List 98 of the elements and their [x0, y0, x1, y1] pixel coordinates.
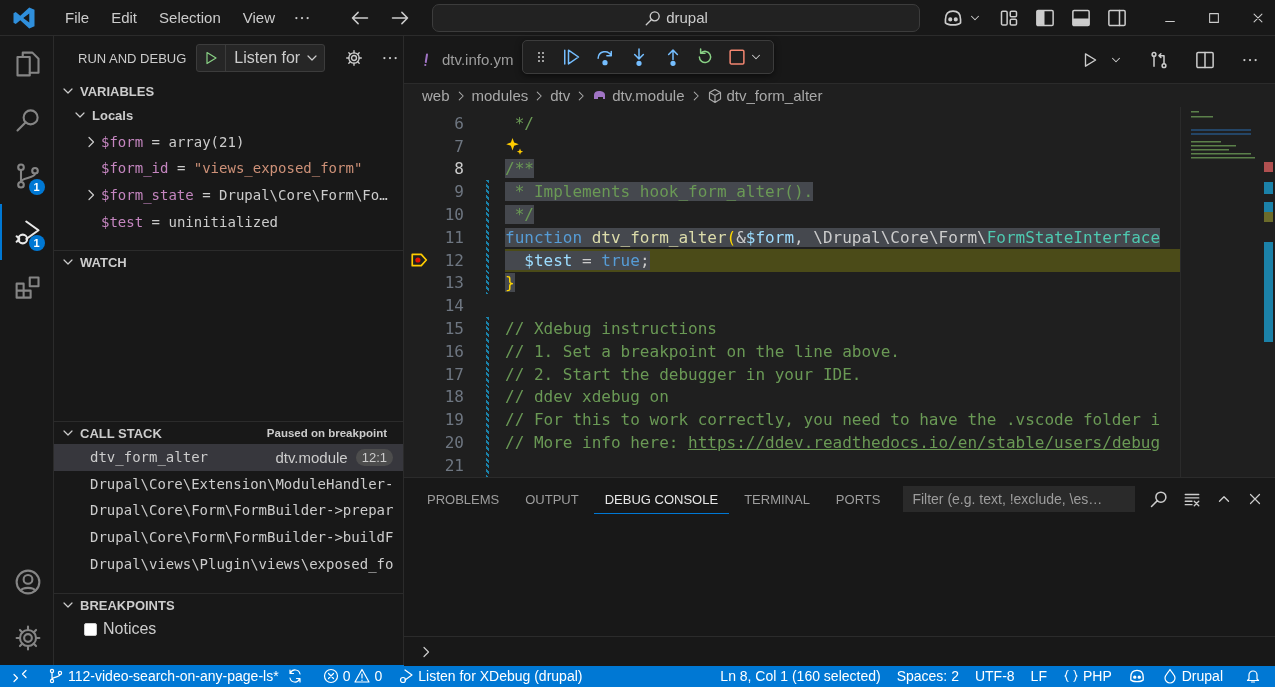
stop-icon[interactable]	[727, 47, 747, 67]
section-header[interactable]: CALL STACK	[80, 425, 162, 441]
line-number: 19	[443, 410, 464, 430]
section-header[interactable]: WATCH	[80, 254, 127, 270]
stack-frame[interactable]: Drupal\Core\Form\FormBuilder->buildF	[54, 523, 403, 551]
panel-tab[interactable]: PROBLEMS	[416, 484, 511, 514]
run-debug-icon[interactable]	[13, 218, 42, 246]
toggle-sidebar-icon[interactable]	[1035, 7, 1055, 28]
filter-field[interactable]: Filter (e.g. text, !exclude, \es…	[903, 486, 1136, 512]
panel-tab[interactable]: TERMINAL	[733, 484, 821, 514]
breakpoint-label: Notices	[103, 620, 157, 639]
sidebar-title: RUN AND DEBUG	[78, 50, 187, 66]
warning-icon	[354, 668, 371, 684]
count-badge: 1	[28, 179, 45, 195]
line-number: 16	[443, 341, 464, 361]
problems-status[interactable]: 0 0	[314, 665, 391, 687]
debug-icon	[398, 668, 415, 684]
menu-item[interactable]: View	[233, 5, 284, 30]
variable-row[interactable]: $form_id = "views_exposed_form"	[101, 160, 363, 177]
line-number: 7	[453, 136, 464, 156]
encoding-status[interactable]: UTF-8	[966, 665, 1023, 687]
menu-item[interactable]: File	[56, 5, 99, 30]
code-line: */	[513, 113, 534, 133]
branch-icon	[48, 668, 64, 684]
breadcrumb[interactable]: dtv.module	[592, 87, 685, 104]
extensions-icon[interactable]	[13, 274, 42, 302]
settings-icon[interactable]	[13, 624, 42, 652]
section-header[interactable]: BREAKPOINTS	[80, 597, 175, 613]
line-number: 20	[443, 433, 464, 453]
debug-config-dropdown[interactable]: Listen for	[196, 44, 326, 72]
line-number: 6	[453, 113, 464, 133]
scope-label[interactable]: Locals	[92, 107, 134, 123]
line-number: 13	[443, 273, 464, 293]
cursor-position[interactable]: Ln 8, Col 1 (160 selected)	[712, 665, 889, 687]
code-line: // 1. Set a breakpoint on the line above.	[505, 341, 900, 361]
panel-tab[interactable]: DEBUG CONSOLE	[593, 484, 730, 514]
code-line: // Xdebug instructions	[505, 319, 717, 339]
menu-item[interactable]: Selection	[150, 5, 230, 30]
search-icon[interactable]	[1149, 489, 1170, 509]
line-number: 15	[443, 319, 464, 339]
debug-status: Paused on breakpoint	[266, 427, 387, 439]
line-number: 12	[443, 250, 464, 270]
line-number: 10	[443, 205, 464, 225]
line-number: 8	[453, 159, 464, 179]
remote-icon[interactable]	[12, 668, 28, 684]
continue-icon[interactable]	[561, 47, 581, 67]
maximize-icon[interactable]	[1207, 10, 1221, 25]
sync-icon[interactable]	[286, 668, 303, 684]
split-layout-icon[interactable]	[1107, 7, 1127, 28]
command-center-search[interactable]: drupal	[432, 3, 920, 32]
stack-frame[interactable]: dtv_form_alter dtv.module 12:1	[54, 444, 403, 471]
panel-tab[interactable]: PORTS	[824, 484, 892, 514]
code-line: // ddev xdebug on	[505, 387, 669, 407]
line-number: 11	[443, 227, 464, 247]
language-status[interactable]: PHP	[1054, 665, 1120, 687]
debug-status[interactable]: Listen for XDebug (drupal)	[390, 665, 591, 687]
line-number: 21	[443, 455, 464, 475]
breadcrumb[interactable]: dtv_form_alter	[706, 87, 823, 104]
code-line: // 2. Start the debugger in your IDE.	[505, 364, 862, 384]
compare-changes-icon[interactable]	[1149, 49, 1169, 70]
search-icon[interactable]	[13, 106, 42, 134]
breadcrumb[interactable]: dtv	[550, 87, 571, 104]
error-icon	[322, 668, 339, 684]
breadcrumb[interactable]: modules	[471, 87, 529, 104]
stack-frame[interactable]: Drupal\Core\Extension\ModuleHandler-	[54, 470, 403, 498]
cube-icon	[706, 87, 723, 104]
line-number: 9	[453, 182, 464, 202]
code-line: // More info here: https://ddev.readthedocs.io/en/stable/users/debug	[505, 433, 1161, 453]
app-logo-icon	[12, 5, 36, 30]
drop-icon	[1161, 668, 1178, 684]
files-icon[interactable]	[13, 50, 42, 78]
line-number: 14	[443, 296, 464, 316]
section-header[interactable]: VARIABLES	[80, 83, 155, 99]
line-ending-status[interactable]: LF	[1022, 665, 1055, 687]
variable-row[interactable]: $form_state = Drupal\Core\Form\Fo…	[101, 187, 388, 204]
indentation-status[interactable]: Spaces: 2	[888, 665, 967, 687]
count-badge: 1	[28, 235, 45, 251]
line-number: 18	[443, 387, 464, 407]
variable-row[interactable]: $test = uninitialized	[101, 213, 279, 230]
notifications-icon[interactable]	[1245, 668, 1261, 684]
stack-frame[interactable]: Drupal\Core\Form\FormBuilder->prepar	[54, 497, 403, 524]
braces-icon	[1062, 668, 1079, 684]
account-icon[interactable]	[13, 568, 42, 596]
menu-item[interactable]: Edit	[102, 5, 147, 30]
profile-status[interactable]: Drupal	[1153, 665, 1231, 687]
stack-frame[interactable]: Drupal\views\Plugin\views\exposed_fo	[54, 550, 403, 577]
layout-icon[interactable]	[999, 7, 1019, 28]
panel-tab[interactable]: OUTPUT	[514, 484, 590, 514]
settings-icon[interactable]	[345, 49, 364, 67]
toggle-panel-icon[interactable]	[1071, 7, 1091, 28]
branch-status[interactable]: 112-video-search-on-any-page-ls*	[40, 665, 287, 687]
breadcrumb[interactable]: web	[422, 87, 450, 104]
search-icon	[644, 8, 663, 27]
line-number: 17	[443, 364, 464, 384]
split-editor-icon[interactable]	[1195, 49, 1215, 70]
code-line: // For this to work correctly, you need to have the .vscode folder i	[505, 410, 1161, 430]
variable-row[interactable]: $form = array(21)	[101, 133, 245, 150]
checkbox[interactable]	[84, 622, 97, 636]
